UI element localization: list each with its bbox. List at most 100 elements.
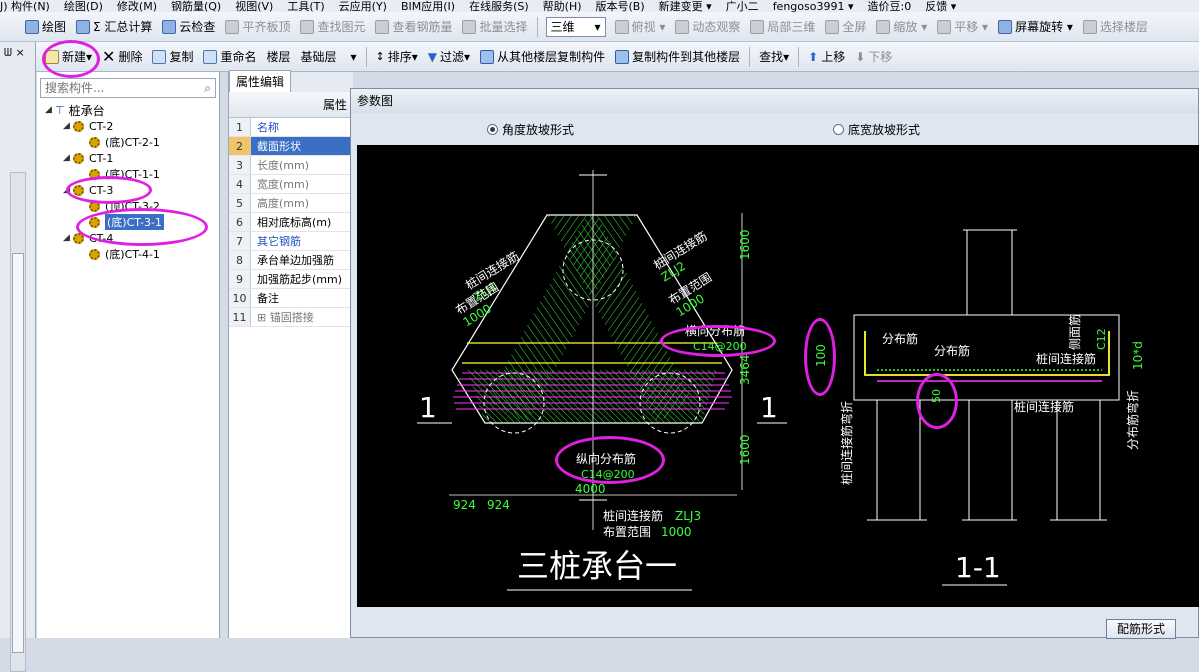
find-button[interactable]: 查找▾ <box>754 45 794 69</box>
search-icon[interactable]: ⌕ <box>204 81 211 96</box>
view-mode-value: 三维 <box>550 20 575 34</box>
rebar-config-button[interactable]: 配筋形式 <box>1106 619 1176 639</box>
sum-button[interactable]: Σ 汇总计算 <box>71 15 157 39</box>
dim-label: 3464 <box>738 354 752 385</box>
zoom-button[interactable]: 缩放 ▾ <box>871 15 932 39</box>
menu-item[interactable]: 反馈 ▾ <box>925 0 956 12</box>
pin-icon[interactable]: ᗯ × <box>4 46 25 60</box>
property-row[interactable]: 3 长度(mm) <box>229 156 353 175</box>
menu-item[interactable]: 绘图(D) <box>64 0 103 12</box>
menu-item[interactable]: 版本号(B) <box>596 0 645 12</box>
local-3d-icon <box>750 19 765 34</box>
component-icon <box>73 152 84 164</box>
local-3d-button[interactable]: 局部三维 <box>745 15 820 39</box>
chevron-down-icon: ▾ <box>594 19 601 34</box>
rename-button[interactable]: 重命名 <box>198 45 261 69</box>
tree-node[interactable]: (底)CT-2-1 <box>37 134 219 150</box>
property-row[interactable]: 9 加强筋起步(mm) <box>229 270 353 289</box>
menu-item[interactable]: 造价豆:0 <box>868 0 912 12</box>
radio-angle-slope[interactable]: 角度放坡形式 <box>487 121 574 138</box>
menu-item[interactable]: J) 构件(N) <box>0 0 50 12</box>
select-floor-button[interactable]: 选择楼层 <box>1078 15 1153 39</box>
property-row[interactable]: 5 高度(mm) <box>229 194 353 213</box>
menu-item[interactable]: 新建变更 ▾ <box>659 0 712 12</box>
batch-select-button[interactable]: 批量选择 <box>457 15 532 39</box>
tree-node[interactable]: ◢ CT-3 <box>37 182 219 198</box>
fullscreen-button[interactable]: 全屏 <box>820 15 871 39</box>
collapse-icon[interactable]: ◢ <box>63 121 73 131</box>
view-rebar-button[interactable]: 查看钢筋量 <box>370 15 457 39</box>
radio-width-slope[interactable]: 底宽放坡形式 <box>833 121 920 138</box>
menu-item[interactable]: fengoso3991 ▾ <box>773 0 854 12</box>
collapse-icon[interactable]: ◢ <box>45 105 55 115</box>
tab-property-edit[interactable]: 属性编辑 <box>229 70 292 92</box>
sec-label-bend-right: 分布筋弯折 <box>1125 390 1140 450</box>
sec-label-50: 50 <box>930 389 943 403</box>
filter-icon: ▼ <box>427 49 438 64</box>
search-input[interactable] <box>45 81 185 95</box>
draw-button[interactable]: 绘图 <box>20 15 71 39</box>
menu-item[interactable]: 在线服务(S) <box>469 0 529 12</box>
copy-to-floor-button[interactable]: 复制构件到其他楼层 <box>610 45 745 69</box>
orbit-button[interactable]: 动态观察 <box>670 15 745 39</box>
search-box[interactable]: ⌕ <box>40 78 216 98</box>
property-row[interactable]: 4 宽度(mm) <box>229 175 353 194</box>
tree-node[interactable]: ◢ CT-2 <box>37 118 219 134</box>
property-row[interactable]: 6 相对底标高(m) <box>229 213 353 232</box>
dialog-title: 参数图 <box>351 89 1198 113</box>
copy-from-floor-button[interactable]: 从其他楼层复制构件 <box>475 45 610 69</box>
menu-item[interactable]: 广小二 <box>726 0 759 12</box>
sort-button[interactable]: ↕ 排序▾ <box>371 45 423 69</box>
label-range-bottom-value: 1000 <box>661 525 692 539</box>
menu-item[interactable]: 修改(M) <box>117 0 157 12</box>
tree-nodes: ◢ CT-2 (底)CT-2-1 ◢ CT-1 (底)CT-1-1 ◢ CT-3 (顶)CT-3… <box>37 118 219 262</box>
sec-label-100: 100 <box>814 344 828 367</box>
view-mode-select[interactable]: 三维 ▾ <box>545 16 606 37</box>
new-button[interactable]: 新建▾ <box>40 45 97 69</box>
tree-node[interactable]: ◢ CT-4 <box>37 230 219 246</box>
tree-node[interactable]: (底)CT-4-1 <box>37 246 219 262</box>
menu-item[interactable]: 工具(T) <box>287 0 324 12</box>
tree-node[interactable]: (底)CT-1-1 <box>37 166 219 182</box>
menu-item[interactable]: 钢筋量(Q) <box>171 0 221 12</box>
tree-root[interactable]: ◢ ⊤ 桩承台 <box>37 102 219 118</box>
find-element-button[interactable]: 查找图元 <box>295 15 370 39</box>
property-row[interactable]: 1 名称 <box>229 118 353 137</box>
tree-node[interactable]: (底)CT-3-1 <box>37 214 219 230</box>
menu-item[interactable]: 视图(V) <box>235 0 273 12</box>
collapse-icon[interactable]: ◢ <box>63 233 73 243</box>
filter-button[interactable]: ▼ 过滤▾ <box>423 45 475 69</box>
component-tree-panel: ⌕ ◢ ⊤ 桩承台 ◢CT-2(底)CT-2-1◢CT-1(底)CT-1-1◢C… <box>37 72 220 638</box>
pan-button[interactable]: 平移 ▾ <box>932 15 993 39</box>
label-longitudinal-dist: 纵向分布筋 <box>576 451 636 466</box>
collapse-icon[interactable]: ◢ <box>63 153 73 163</box>
copy-button[interactable]: 复制 <box>147 45 198 69</box>
collapse-icon[interactable]: ◢ <box>63 185 73 195</box>
toolbar-separator <box>536 16 538 37</box>
property-row[interactable]: 2 截面形状 <box>229 137 353 156</box>
toolbar-separator <box>798 46 800 67</box>
property-row[interactable]: 8 承台单边加强筋 <box>229 251 353 270</box>
scrollbar-thumb[interactable] <box>12 253 24 653</box>
rotate-screen-button[interactable]: 屏幕旋转 ▾ <box>993 15 1078 39</box>
tree-node[interactable]: ◢ CT-1 <box>37 150 219 166</box>
top-view-button[interactable]: 俯视 ▾ <box>610 15 671 39</box>
tree-node[interactable]: (顶)CT-3-2 <box>37 198 219 214</box>
chevron-down-icon: ▾ <box>350 49 357 64</box>
menu-item[interactable]: 帮助(H) <box>543 0 582 12</box>
component-icon <box>73 232 84 244</box>
plan-title: 三桩承台一 <box>517 547 677 585</box>
menu-item[interactable]: BIM应用(I) <box>401 0 455 12</box>
property-row[interactable]: 11 ⊞ 锚固搭接 <box>229 308 353 327</box>
move-down-button[interactable]: ⬇ 下移 <box>850 45 897 69</box>
menu-item[interactable]: 云应用(Y) <box>339 0 387 12</box>
property-row[interactable]: 10 备注 <box>229 289 353 308</box>
property-row[interactable]: 7 其它钢筋 <box>229 232 353 251</box>
move-up-button[interactable]: ⬆ 上移 <box>803 45 850 69</box>
scrollbar[interactable] <box>10 172 26 672</box>
floor-select[interactable]: 基础层 ▾ <box>296 45 362 69</box>
delete-button[interactable]: ✕ 删除 <box>97 45 147 69</box>
cloud-check-button[interactable]: 云检查 <box>157 15 220 39</box>
align-top-button[interactable]: 平齐板顶 <box>220 15 295 39</box>
slope-mode-options: 角度放坡形式 底宽放坡形式 <box>351 113 1199 145</box>
